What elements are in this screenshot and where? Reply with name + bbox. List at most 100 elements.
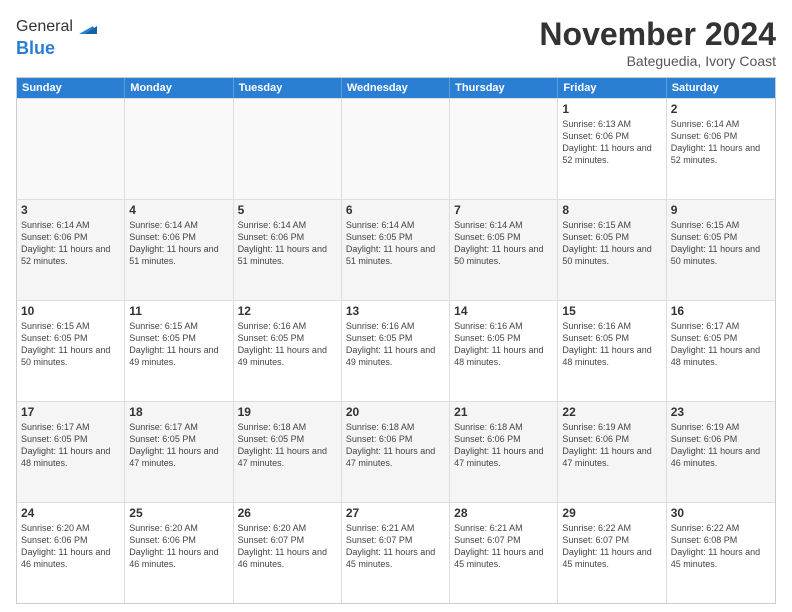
- header-sunday: Sunday: [17, 78, 125, 98]
- day-info: Sunrise: 6:14 AM Sunset: 6:05 PM Dayligh…: [454, 219, 553, 268]
- day-info: Sunrise: 6:17 AM Sunset: 6:05 PM Dayligh…: [671, 320, 771, 369]
- logo: General Blue: [16, 16, 97, 59]
- calendar-cell-4-1: 17Sunrise: 6:17 AM Sunset: 6:05 PM Dayli…: [17, 402, 125, 502]
- header-saturday: Saturday: [667, 78, 775, 98]
- calendar-cell-2-7: 9Sunrise: 6:15 AM Sunset: 6:05 PM Daylig…: [667, 200, 775, 300]
- calendar-cell-5-4: 27 Sunrise: 6:21 AM Sunset: 6:07 PM Dayli…: [342, 503, 450, 603]
- logo-icon: [75, 16, 97, 38]
- day-number: 3: [21, 203, 120, 217]
- day-number: 8: [562, 203, 661, 217]
- day-info: Sunrise: 6:13 AM Sunset: 6:06 PM Dayligh…: [562, 118, 661, 167]
- header-thursday: Thursday: [450, 78, 558, 98]
- day-number: 4: [129, 203, 228, 217]
- day-info: Sunrise: 6:20 AM Sunset: 6:07 PM Dayligh…: [238, 522, 337, 571]
- header: General Blue November 2024 Bateguedia, I…: [16, 16, 776, 69]
- calendar-cell-1-6: 1 Sunrise: 6:13 AM Sunset: 6:06 PM Daylig…: [558, 99, 666, 199]
- day-info: Sunrise: 6:16 AM Sunset: 6:05 PM Dayligh…: [238, 320, 337, 369]
- month-title: November 2024: [539, 16, 776, 53]
- day-number: 24: [21, 506, 120, 520]
- logo-general-text: General: [16, 18, 73, 36]
- day-number: 14: [454, 304, 553, 318]
- page: General Blue November 2024 Bateguedia, I…: [0, 0, 792, 612]
- calendar-cell-1-7: 2Sunrise: 6:14 AM Sunset: 6:06 PM Daylig…: [667, 99, 775, 199]
- calendar-cell-2-4: 6Sunrise: 6:14 AM Sunset: 6:05 PM Daylig…: [342, 200, 450, 300]
- calendar-cell-1-2: [125, 99, 233, 199]
- calendar-cell-3-7: 16 Sunrise: 6:17 AM Sunset: 6:05 PM Dayli…: [667, 301, 775, 401]
- day-number: 18: [129, 405, 228, 419]
- calendar-cell-2-6: 8Sunrise: 6:15 AM Sunset: 6:05 PM Daylig…: [558, 200, 666, 300]
- day-number: 21: [454, 405, 553, 419]
- day-number: 13: [346, 304, 445, 318]
- day-info: Sunrise: 6:16 AM Sunset: 6:05 PM Dayligh…: [454, 320, 553, 369]
- day-number: 20: [346, 405, 445, 419]
- day-number: 2: [671, 102, 771, 116]
- calendar-cell-4-6: 22Sunrise: 6:19 AM Sunset: 6:06 PM Dayli…: [558, 402, 666, 502]
- calendar-cell-1-1: [17, 99, 125, 199]
- calendar-cell-1-3: [234, 99, 342, 199]
- calendar-cell-1-5: [450, 99, 558, 199]
- calendar-cell-5-7: 30 Sunrise: 6:22 AM Sunset: 6:08 PM Dayli…: [667, 503, 775, 603]
- calendar-cell-3-3: 12 Sunrise: 6:16 AM Sunset: 6:05 PM Dayli…: [234, 301, 342, 401]
- calendar-row-5: 24 Sunrise: 6:20 AM Sunset: 6:06 PM Dayli…: [17, 502, 775, 603]
- calendar-cell-5-3: 26 Sunrise: 6:20 AM Sunset: 6:07 PM Dayli…: [234, 503, 342, 603]
- day-info: Sunrise: 6:21 AM Sunset: 6:07 PM Dayligh…: [454, 522, 553, 571]
- day-info: Sunrise: 6:20 AM Sunset: 6:06 PM Dayligh…: [21, 522, 120, 571]
- day-number: 25: [129, 506, 228, 520]
- day-info: Sunrise: 6:20 AM Sunset: 6:06 PM Dayligh…: [129, 522, 228, 571]
- day-info: Sunrise: 6:22 AM Sunset: 6:08 PM Dayligh…: [671, 522, 771, 571]
- calendar-cell-3-5: 14 Sunrise: 6:16 AM Sunset: 6:05 PM Dayli…: [450, 301, 558, 401]
- title-block: November 2024 Bateguedia, Ivory Coast: [539, 16, 776, 69]
- day-number: 29: [562, 506, 661, 520]
- calendar-cell-2-5: 7 Sunrise: 6:14 AM Sunset: 6:05 PM Daylig…: [450, 200, 558, 300]
- day-info: Sunrise: 6:21 AM Sunset: 6:07 PM Dayligh…: [346, 522, 445, 571]
- day-info: Sunrise: 6:17 AM Sunset: 6:05 PM Dayligh…: [129, 421, 228, 470]
- calendar-cell-3-4: 13 Sunrise: 6:16 AM Sunset: 6:05 PM Dayli…: [342, 301, 450, 401]
- calendar-body: 1 Sunrise: 6:13 AM Sunset: 6:06 PM Daylig…: [17, 98, 775, 603]
- calendar-cell-1-4: [342, 99, 450, 199]
- calendar-cell-4-2: 18 Sunrise: 6:17 AM Sunset: 6:05 PM Dayli…: [125, 402, 233, 502]
- day-number: 1: [562, 102, 661, 116]
- day-info: Sunrise: 6:15 AM Sunset: 6:05 PM Dayligh…: [21, 320, 120, 369]
- day-number: 27: [346, 506, 445, 520]
- calendar-cell-4-3: 19Sunrise: 6:18 AM Sunset: 6:05 PM Dayli…: [234, 402, 342, 502]
- day-number: 5: [238, 203, 337, 217]
- day-number: 7: [454, 203, 553, 217]
- header-monday: Monday: [125, 78, 233, 98]
- calendar-header: Sunday Monday Tuesday Wednesday Thursday…: [17, 78, 775, 98]
- calendar-cell-4-4: 20 Sunrise: 6:18 AM Sunset: 6:06 PM Dayli…: [342, 402, 450, 502]
- calendar-cell-3-1: 10 Sunrise: 6:15 AM Sunset: 6:05 PM Dayli…: [17, 301, 125, 401]
- calendar-row-3: 10 Sunrise: 6:15 AM Sunset: 6:05 PM Dayli…: [17, 300, 775, 401]
- day-info: Sunrise: 6:18 AM Sunset: 6:06 PM Dayligh…: [454, 421, 553, 470]
- calendar-cell-3-6: 15Sunrise: 6:16 AM Sunset: 6:05 PM Dayli…: [558, 301, 666, 401]
- calendar: Sunday Monday Tuesday Wednesday Thursday…: [16, 77, 776, 604]
- day-info: Sunrise: 6:16 AM Sunset: 6:05 PM Dayligh…: [346, 320, 445, 369]
- calendar-cell-5-6: 29 Sunrise: 6:22 AM Sunset: 6:07 PM Dayli…: [558, 503, 666, 603]
- day-info: Sunrise: 6:22 AM Sunset: 6:07 PM Dayligh…: [562, 522, 661, 571]
- calendar-row-2: 3 Sunrise: 6:14 AM Sunset: 6:06 PM Daylig…: [17, 199, 775, 300]
- calendar-cell-5-5: 28 Sunrise: 6:21 AM Sunset: 6:07 PM Dayli…: [450, 503, 558, 603]
- calendar-cell-2-2: 4 Sunrise: 6:14 AM Sunset: 6:06 PM Daylig…: [125, 200, 233, 300]
- day-number: 16: [671, 304, 771, 318]
- day-info: Sunrise: 6:19 AM Sunset: 6:06 PM Dayligh…: [562, 421, 661, 470]
- day-number: 23: [671, 405, 771, 419]
- location: Bateguedia, Ivory Coast: [539, 53, 776, 69]
- day-info: Sunrise: 6:14 AM Sunset: 6:06 PM Dayligh…: [238, 219, 337, 268]
- day-number: 30: [671, 506, 771, 520]
- day-info: Sunrise: 6:14 AM Sunset: 6:06 PM Dayligh…: [129, 219, 228, 268]
- calendar-cell-4-7: 23Sunrise: 6:19 AM Sunset: 6:06 PM Dayli…: [667, 402, 775, 502]
- day-number: 12: [238, 304, 337, 318]
- day-number: 11: [129, 304, 228, 318]
- calendar-cell-5-1: 24 Sunrise: 6:20 AM Sunset: 6:06 PM Dayli…: [17, 503, 125, 603]
- day-number: 28: [454, 506, 553, 520]
- calendar-cell-2-3: 5 Sunrise: 6:14 AM Sunset: 6:06 PM Daylig…: [234, 200, 342, 300]
- day-info: Sunrise: 6:18 AM Sunset: 6:05 PM Dayligh…: [238, 421, 337, 470]
- calendar-cell-2-1: 3Sunrise: 6:14 AM Sunset: 6:06 PM Daylig…: [17, 200, 125, 300]
- day-info: Sunrise: 6:17 AM Sunset: 6:05 PM Dayligh…: [21, 421, 120, 470]
- calendar-cell-4-5: 21 Sunrise: 6:18 AM Sunset: 6:06 PM Dayli…: [450, 402, 558, 502]
- day-number: 26: [238, 506, 337, 520]
- day-number: 6: [346, 203, 445, 217]
- day-info: Sunrise: 6:16 AM Sunset: 6:05 PM Dayligh…: [562, 320, 661, 369]
- day-number: 10: [21, 304, 120, 318]
- day-info: Sunrise: 6:18 AM Sunset: 6:06 PM Dayligh…: [346, 421, 445, 470]
- day-info: Sunrise: 6:15 AM Sunset: 6:05 PM Dayligh…: [671, 219, 771, 268]
